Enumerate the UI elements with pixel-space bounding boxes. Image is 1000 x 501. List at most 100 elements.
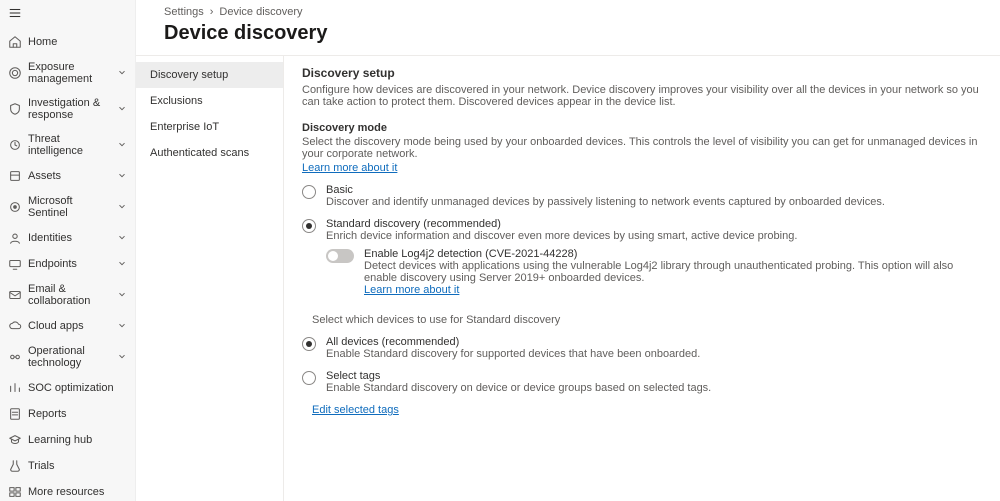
- breadcrumb: Settings › Device discovery: [136, 0, 1000, 18]
- sidebar-item-label: Learning hub: [28, 434, 127, 446]
- endpoints-icon: [8, 257, 22, 271]
- sidebar-item-label: Trials: [28, 460, 127, 472]
- home-icon: [8, 35, 22, 49]
- breadcrumb-current: Device discovery: [219, 6, 302, 18]
- hamburger-menu[interactable]: [0, 0, 135, 29]
- sidebar-item-learning-hub[interactable]: Learning hub: [0, 427, 135, 453]
- radio-icon: [302, 185, 316, 199]
- sidebar-item-label: Reports: [28, 408, 127, 420]
- radio-standard-label: Standard discovery (recommended): [326, 218, 982, 230]
- sidebar-item-label: Endpoints: [28, 258, 111, 270]
- radio-icon: [302, 371, 316, 385]
- radio-icon: [302, 219, 316, 233]
- sidebar-item-label: Assets: [28, 170, 111, 182]
- sidebar-item-reports[interactable]: Reports: [0, 401, 135, 427]
- sidebar-item-email-collaboration[interactable]: Email & collaboration: [0, 277, 135, 313]
- radio-basic-label: Basic: [326, 184, 982, 196]
- chevron-down-icon: [117, 66, 127, 80]
- reports-icon: [8, 407, 22, 421]
- sidebar-item-label: Email & collaboration: [28, 283, 111, 307]
- sidebar-item-label: Operational technology: [28, 345, 111, 369]
- sidebar-item-endpoints[interactable]: Endpoints: [0, 251, 135, 277]
- sidebar-item-label: Identities: [28, 232, 111, 244]
- log4j-learn-more-link[interactable]: Learn more about it: [364, 284, 459, 296]
- radio-select-tags[interactable]: Select tags Enable Standard discovery on…: [302, 370, 982, 394]
- radio-standard-desc: Enrich device information and discover e…: [326, 230, 982, 242]
- sidebar-item-operational-technology[interactable]: Operational technology: [0, 339, 135, 375]
- chevron-down-icon: [117, 319, 127, 333]
- sidebar-item-home[interactable]: Home: [0, 29, 135, 55]
- sidebar-item-label: Exposure management: [28, 61, 111, 85]
- assets-icon: [8, 169, 22, 183]
- radio-all-devices[interactable]: All devices (recommended) Enable Standar…: [302, 336, 982, 360]
- sentinel-icon: [8, 200, 22, 214]
- chevron-down-icon: [117, 200, 127, 214]
- chevron-down-icon: [117, 350, 127, 364]
- exposure-icon: [8, 66, 22, 80]
- sidebar-item-label: More resources: [28, 486, 127, 498]
- sidebar-item-label: Microsoft Sentinel: [28, 195, 111, 219]
- localnav-exclusions[interactable]: Exclusions: [136, 88, 283, 114]
- sidebar-item-assets[interactable]: Assets: [0, 163, 135, 189]
- sidebar-item-soc-optimization[interactable]: SOC optimization: [0, 375, 135, 401]
- log4j-row: Enable Log4j2 detection (CVE-2021-44228)…: [326, 248, 982, 296]
- chevron-down-icon: [117, 138, 127, 152]
- breadcrumb-settings[interactable]: Settings: [164, 6, 204, 18]
- trials-icon: [8, 459, 22, 473]
- radio-tags-label: Select tags: [326, 370, 982, 382]
- email-icon: [8, 288, 22, 302]
- log4j-toggle[interactable]: [326, 249, 354, 263]
- panel-intro: Configure how devices are discovered in …: [302, 84, 982, 108]
- discovery-mode-title: Discovery mode: [302, 122, 982, 134]
- chevron-down-icon: [117, 169, 127, 183]
- cloud-icon: [8, 319, 22, 333]
- localnav-enterprise-iot[interactable]: Enterprise IoT: [136, 114, 283, 140]
- sidebar-item-trials[interactable]: Trials: [0, 453, 135, 479]
- sidebar-item-exposure-management[interactable]: Exposure management: [0, 55, 135, 91]
- page-title: Device discovery: [136, 18, 1000, 55]
- threat-icon: [8, 138, 22, 152]
- identities-icon: [8, 231, 22, 245]
- breadcrumb-separator: ›: [210, 6, 214, 18]
- learn-more-link[interactable]: Learn more about it: [302, 162, 397, 174]
- log4j-label: Enable Log4j2 detection (CVE-2021-44228): [364, 248, 982, 260]
- sidebar-item-label: Cloud apps: [28, 320, 111, 332]
- radio-all-label: All devices (recommended): [326, 336, 982, 348]
- radio-standard[interactable]: Standard discovery (recommended) Enrich …: [302, 218, 982, 296]
- edit-tags-link[interactable]: Edit selected tags: [312, 404, 399, 416]
- sidebar-item-label: SOC optimization: [28, 382, 127, 394]
- discovery-mode-desc: Select the discovery mode being used by …: [302, 136, 982, 160]
- log4j-desc: Detect devices with applications using t…: [364, 260, 982, 284]
- sidebar-item-label: Investigation & response: [28, 97, 111, 121]
- radio-tags-desc: Enable Standard discovery on device or d…: [326, 382, 982, 394]
- sidebar: Home Exposure management Investigation & r…: [0, 0, 136, 501]
- radio-icon: [302, 337, 316, 351]
- select-devices-heading: Select which devices to use for Standard…: [312, 314, 982, 326]
- radio-basic-desc: Discover and identify unmanaged devices …: [326, 196, 982, 208]
- content: Discovery setupExclusionsEnterprise IoTA…: [136, 55, 1000, 501]
- localnav-authenticated-scans[interactable]: Authenticated scans: [136, 140, 283, 166]
- sidebar-item-identities[interactable]: Identities: [0, 225, 135, 251]
- soc-icon: [8, 381, 22, 395]
- main: Settings › Device discovery Device disco…: [136, 0, 1000, 501]
- more-icon: [8, 485, 22, 499]
- chevron-down-icon: [117, 257, 127, 271]
- sidebar-item-threat-intelligence[interactable]: Threat intelligence: [0, 127, 135, 163]
- sidebar-item-label: Threat intelligence: [28, 133, 111, 157]
- radio-basic[interactable]: Basic Discover and identify unmanaged de…: [302, 184, 982, 208]
- sidebar-item-investigation-response[interactable]: Investigation & response: [0, 91, 135, 127]
- sidebar-item-microsoft-sentinel[interactable]: Microsoft Sentinel: [0, 189, 135, 225]
- sidebar-item-cloud-apps[interactable]: Cloud apps: [0, 313, 135, 339]
- shield-icon: [8, 102, 22, 116]
- settings-panel: Discovery setup Configure how devices ar…: [284, 56, 1000, 501]
- sidebar-item-label: Home: [28, 36, 127, 48]
- localnav-discovery-setup[interactable]: Discovery setup: [136, 62, 283, 88]
- radio-all-desc: Enable Standard discovery for supported …: [326, 348, 982, 360]
- learning-icon: [8, 433, 22, 447]
- sidebar-item-more-resources[interactable]: More resources: [0, 479, 135, 501]
- local-nav: Discovery setupExclusionsEnterprise IoTA…: [136, 56, 284, 501]
- chevron-down-icon: [117, 102, 127, 116]
- chevron-down-icon: [117, 288, 127, 302]
- ot-icon: [8, 350, 22, 364]
- chevron-down-icon: [117, 231, 127, 245]
